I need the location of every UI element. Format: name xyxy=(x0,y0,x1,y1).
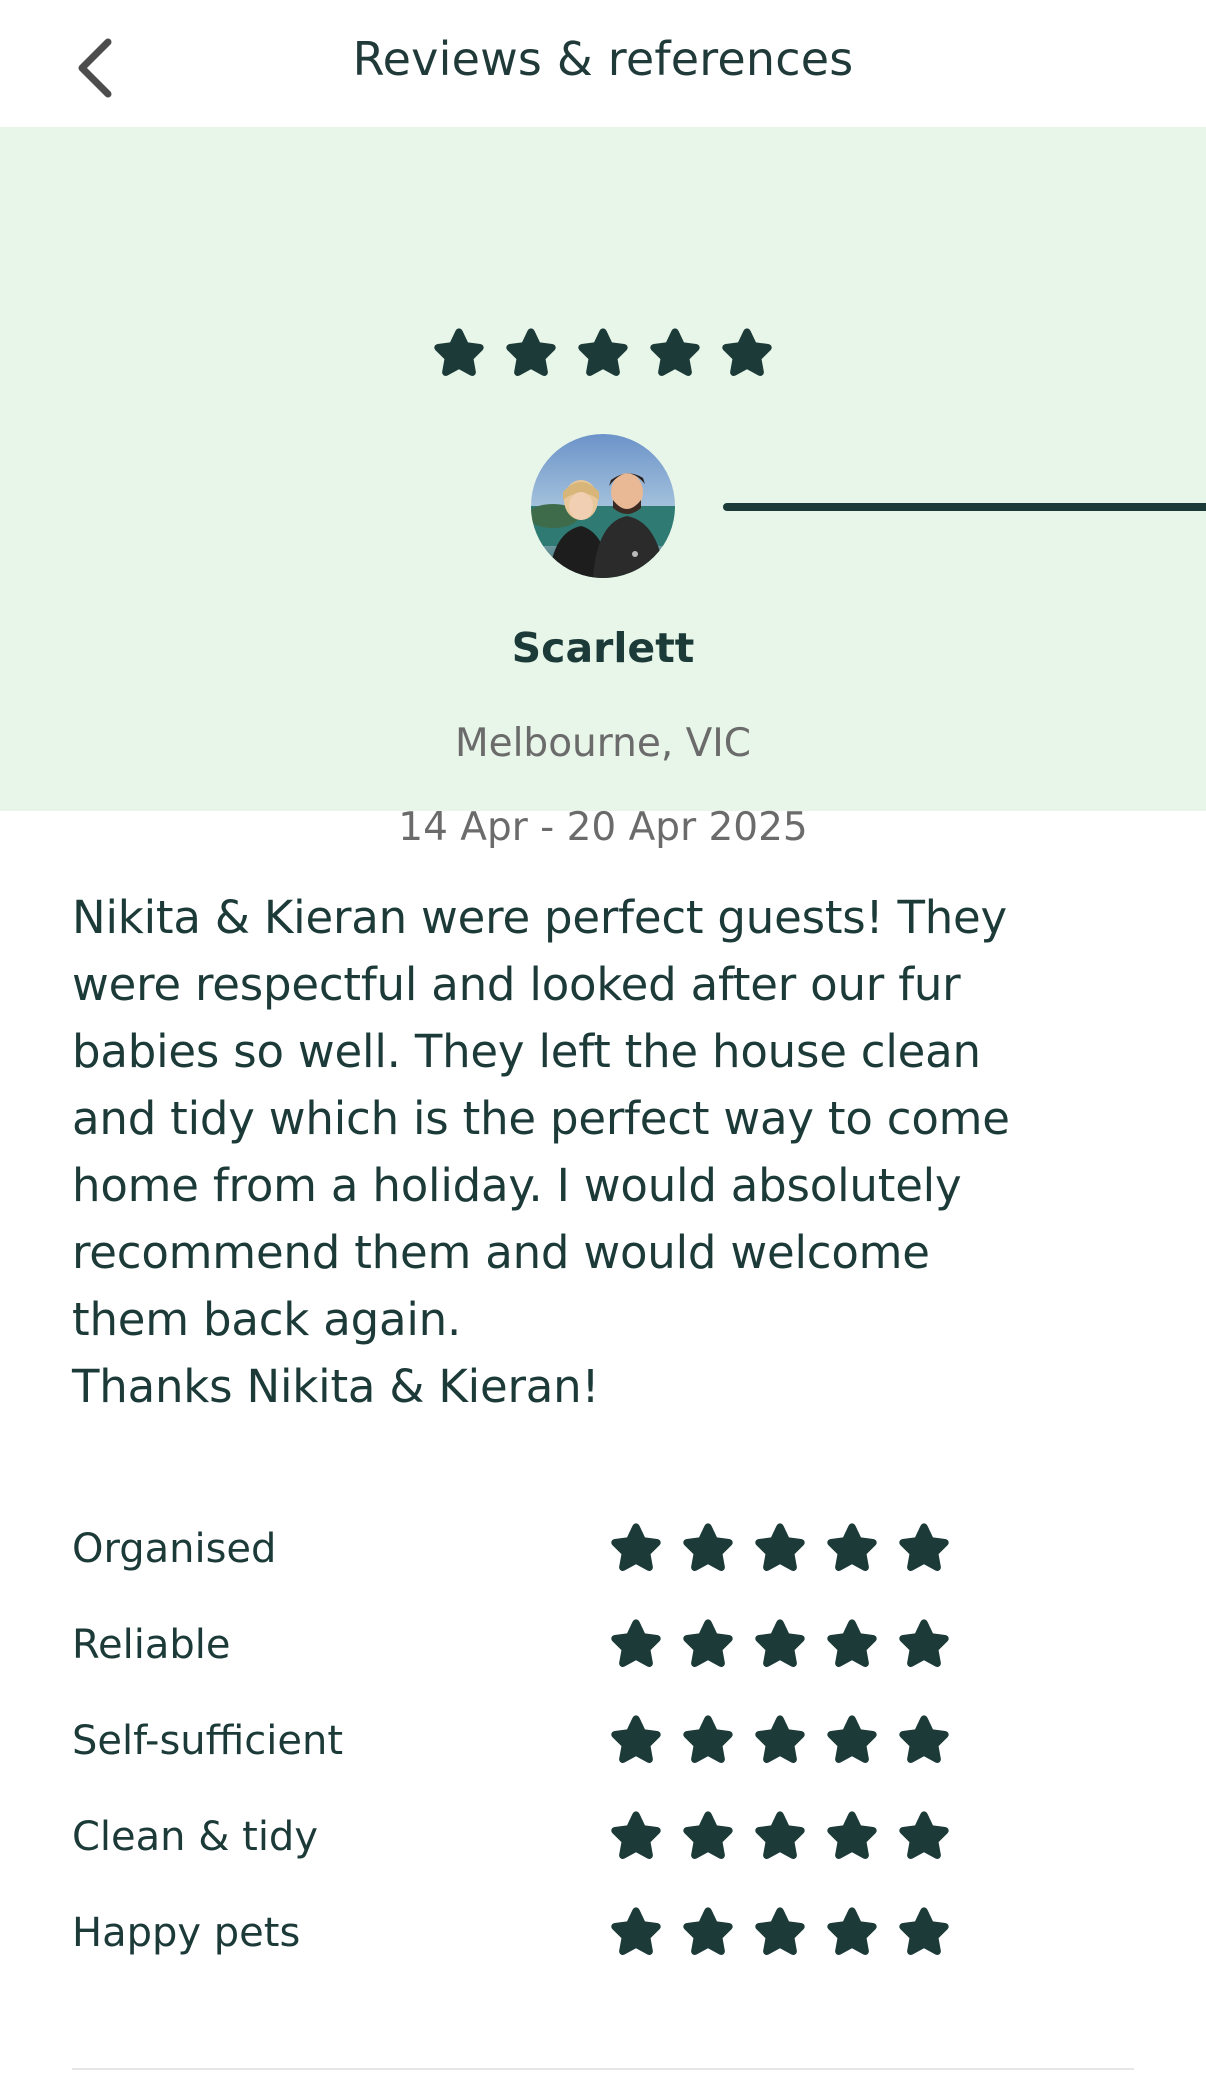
star-icon xyxy=(608,1520,664,1576)
star-icon xyxy=(575,325,631,381)
rating-label: Organised xyxy=(72,1526,277,1572)
reviewer-location: Melbourne, VIC xyxy=(454,721,752,766)
rating-stars xyxy=(608,1904,952,1960)
star-icon xyxy=(647,325,703,381)
star-icon xyxy=(608,1904,664,1960)
star-icon xyxy=(680,1616,736,1672)
rating-row-clean-tidy: Clean & tidy xyxy=(72,1808,1142,1868)
overall-rating-stars xyxy=(0,325,1206,381)
star-icon xyxy=(719,325,775,381)
divider xyxy=(72,2068,1134,2070)
star-icon xyxy=(752,1520,808,1576)
rating-stars xyxy=(608,1808,952,1864)
star-icon xyxy=(824,1616,880,1672)
star-icon xyxy=(824,1808,880,1864)
star-icon xyxy=(896,1520,952,1576)
reviewer-name: Scarlett xyxy=(511,624,695,672)
star-icon xyxy=(896,1616,952,1672)
rating-stars xyxy=(608,1712,952,1768)
star-icon xyxy=(680,1712,736,1768)
page-title: Reviews & references xyxy=(352,32,854,86)
rating-row-happy-pets: Happy pets xyxy=(72,1904,1142,1964)
star-icon xyxy=(896,1808,952,1864)
rating-row-self-sufficient: Self-sufficient xyxy=(72,1712,1142,1772)
star-icon xyxy=(608,1616,664,1672)
rating-label: Happy pets xyxy=(72,1910,301,1956)
star-icon xyxy=(896,1712,952,1768)
star-icon xyxy=(824,1520,880,1576)
star-icon xyxy=(824,1904,880,1960)
rating-label: Clean & tidy xyxy=(72,1814,318,1860)
rating-row-reliable: Reliable xyxy=(72,1616,1142,1676)
progress-line xyxy=(723,503,1206,511)
rating-row-organised: Organised xyxy=(72,1520,1142,1580)
star-icon xyxy=(680,1904,736,1960)
star-icon xyxy=(680,1808,736,1864)
review-text: Nikita & Kieran were perfect guests! The… xyxy=(72,891,1010,1413)
top-bar: Reviews & references xyxy=(0,0,1206,127)
star-icon xyxy=(608,1712,664,1768)
star-icon xyxy=(752,1808,808,1864)
review-hero: Scarlett Melbourne, VIC 14 Apr - 20 Apr … xyxy=(0,127,1206,850)
star-icon xyxy=(824,1712,880,1768)
avatar[interactable] xyxy=(531,434,675,578)
star-icon xyxy=(752,1904,808,1960)
star-icon xyxy=(431,325,487,381)
rating-stars xyxy=(608,1616,952,1672)
rating-stars xyxy=(608,1520,952,1576)
star-icon xyxy=(503,325,559,381)
star-icon xyxy=(752,1616,808,1672)
rating-label: Self-sufficient xyxy=(72,1718,344,1764)
star-icon xyxy=(608,1808,664,1864)
star-icon xyxy=(680,1520,736,1576)
review-dates: 14 Apr - 20 Apr 2025 xyxy=(398,805,808,850)
rating-label: Reliable xyxy=(72,1622,231,1668)
star-icon xyxy=(896,1904,952,1960)
star-icon xyxy=(752,1712,808,1768)
